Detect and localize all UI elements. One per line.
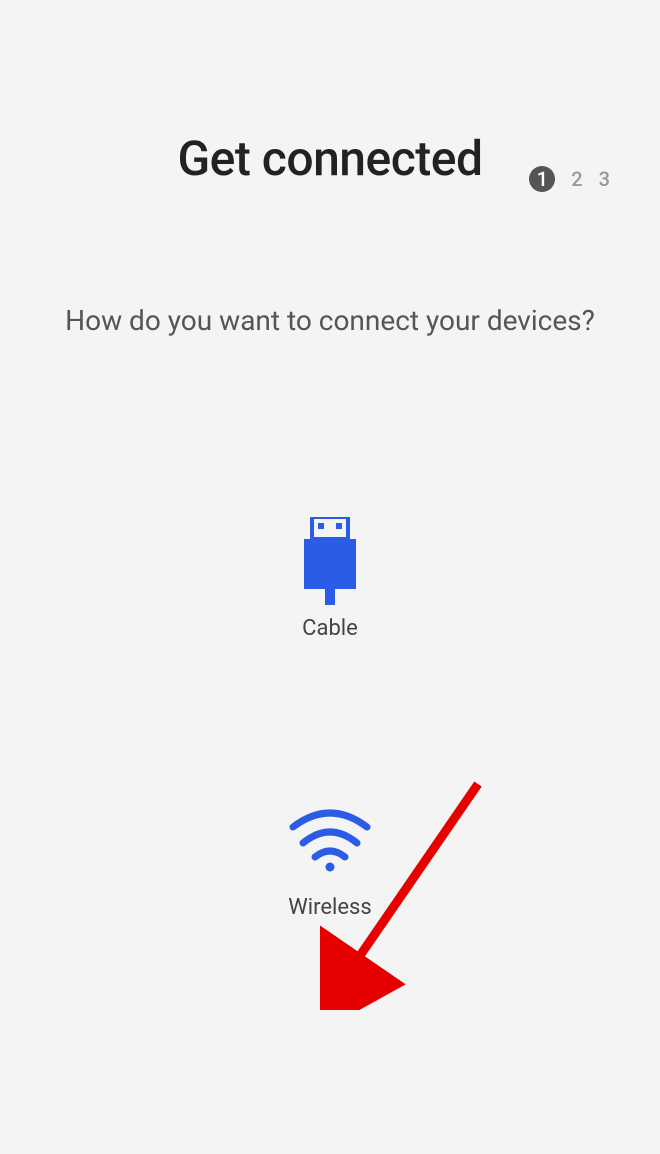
page-subtitle: How do you want to connect your devices? — [0, 299, 660, 342]
step-3: 3 — [599, 167, 610, 191]
step-1: 1 — [529, 166, 555, 192]
wireless-option[interactable]: Wireless — [287, 801, 373, 920]
connection-options: Cable Wireless — [0, 522, 660, 920]
step-indicator: 1 2 3 — [529, 166, 610, 192]
step-2: 2 — [571, 167, 582, 191]
wireless-label: Wireless — [288, 895, 372, 920]
cable-icon — [302, 522, 358, 602]
cable-option[interactable]: Cable — [302, 522, 358, 641]
cable-label: Cable — [302, 616, 358, 641]
wifi-icon — [287, 801, 373, 881]
